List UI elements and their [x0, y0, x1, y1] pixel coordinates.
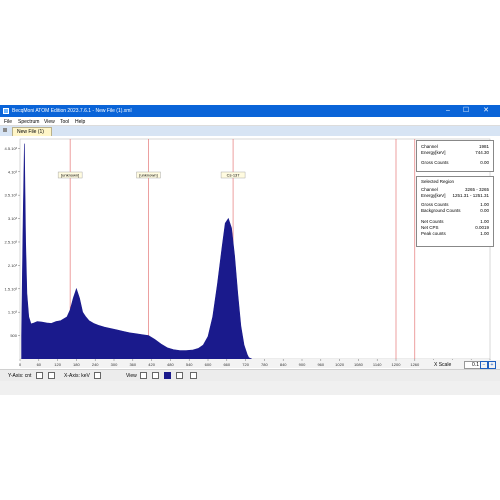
x-tick-label: 900	[299, 362, 306, 367]
region-peak-label: Peak counts	[421, 231, 446, 236]
x-tick-label: 1140	[373, 362, 382, 367]
region-gross-label: Gross Counts	[421, 202, 449, 207]
maximize-button[interactable]: ☐	[458, 105, 474, 117]
zoom-out-button[interactable]: −	[480, 361, 488, 369]
cursor-channel-label: Channel	[421, 144, 438, 149]
app-window: BecqMoni ATOM Edition 2023.7.6.1 - New F…	[0, 105, 500, 395]
window-title: BecqMoni ATOM Edition 2023.7.6.1 - New F…	[12, 108, 132, 114]
xaxis-label[interactable]: X-Axis: keV	[64, 373, 90, 379]
energy-line-icon[interactable]	[176, 372, 183, 379]
cursor-energy-value: 744.30	[475, 150, 489, 155]
region-energy-value: 1251.31 - 1251.31	[452, 193, 489, 198]
tab-label: New File (1)	[17, 129, 44, 135]
cursor-gross-value: 0.00	[480, 160, 489, 165]
x-tick-label: 720	[242, 362, 249, 367]
region-energy-label: Energy[keV]	[421, 193, 446, 198]
y-tick-label: 500	[10, 333, 17, 338]
region-peak-value: 1.00	[480, 231, 489, 236]
peak-icon[interactable]	[152, 372, 159, 379]
x-tick-label: 1020	[335, 362, 345, 367]
region-background-label: Background Counts	[421, 208, 461, 213]
minimize-button[interactable]: –	[440, 105, 456, 117]
menu-help[interactable]: Help	[75, 119, 85, 125]
x-tick-label: 960	[317, 362, 324, 367]
scale-control: X Scale 0.1 − +	[420, 360, 500, 369]
x-tick-label: 1080	[354, 362, 364, 367]
view-label: View	[126, 373, 137, 379]
pin-icon[interactable]	[3, 128, 7, 132]
zoom-in-button[interactable]: +	[488, 361, 496, 369]
y-tick-label: 4.10³	[8, 169, 18, 174]
y-tick-label: 2.5.10³	[5, 239, 18, 244]
marker-label: [unknown]	[139, 173, 157, 178]
fit-icon[interactable]	[48, 372, 55, 379]
cursor-energy-label: Energy[keV]	[421, 150, 446, 155]
y-tick-label: 2.10³	[8, 263, 18, 268]
axis-settings-icon[interactable]	[94, 372, 101, 379]
chart-line-icon[interactable]	[36, 372, 43, 379]
region-cps-label: Net CPS	[421, 225, 439, 230]
region-channel-value: 3265 - 3265	[464, 187, 489, 192]
x-tick-label: 600	[205, 362, 212, 367]
spectrum-pane[interactable]: [unknown] [unknown] Cs-137 500 1.10³ 1.5.10³ 2…	[0, 136, 500, 369]
spectrum-fill-icon[interactable]	[164, 372, 171, 379]
region-net-label: Net Counts	[421, 219, 444, 224]
y-tick-label: 1.10³	[8, 310, 18, 315]
menu-tool[interactable]: Tool	[60, 119, 69, 125]
smooth-icon[interactable]	[190, 372, 197, 379]
region-gross-value: 1.00	[480, 202, 489, 207]
y-tick-label: 1.5.10³	[5, 286, 18, 291]
x-tick-label: 840	[280, 362, 287, 367]
y-tick-label: 3.10³	[8, 216, 18, 221]
cursor-gross-label: Gross Counts	[421, 160, 449, 165]
x-tick-label: 240	[92, 362, 99, 367]
region-net-value: 1.00	[480, 219, 489, 224]
cursor-info-panel: Channel 1981 Energy[keV] 744.30 Gross Coun…	[416, 140, 494, 172]
tab-new-file[interactable]: New File (1)	[12, 127, 52, 136]
x-tick-label: 180	[73, 362, 80, 367]
x-tick-label: 780	[261, 362, 268, 367]
x-tick-label: 1200	[392, 362, 402, 367]
x-tick-label: 480	[167, 362, 174, 367]
tab-row: New File (1)	[0, 126, 500, 136]
y-tick-label: 3.5.10³	[5, 193, 18, 198]
title-bar: BecqMoni ATOM Edition 2023.7.6.1 - New F…	[0, 105, 500, 117]
cursor-channel-value: 1981	[478, 144, 489, 149]
menu-file[interactable]: File	[4, 119, 12, 125]
menu-view[interactable]: View	[44, 119, 55, 125]
menu-spectrum[interactable]: Spectrum	[18, 119, 39, 125]
status-bar	[0, 381, 500, 395]
app-icon	[3, 108, 9, 114]
region-channel-label: Channel	[421, 187, 438, 192]
grid-icon[interactable]	[140, 372, 147, 379]
region-cps-value: 0.0019	[475, 225, 489, 230]
marker-label: Cs-137	[227, 173, 241, 178]
region-header: Selected Region	[421, 179, 455, 184]
menu-bar: File Spectrum View Tool Help	[0, 117, 500, 126]
x-tick-label: 420	[148, 362, 155, 367]
x-tick-label: 540	[186, 362, 193, 367]
x-tick-label: 360	[129, 362, 136, 367]
scale-label: X Scale	[434, 362, 452, 368]
x-tick-label: 660	[223, 362, 230, 367]
marker-label: [unknown]	[61, 173, 79, 178]
x-tick-label: 1260	[410, 362, 420, 367]
region-background-value: 0.00	[480, 208, 489, 213]
yaxis-label[interactable]: Y-Axis: cnt	[8, 373, 31, 379]
x-tick-label: 300	[111, 362, 118, 367]
x-tick-label: 60	[37, 362, 42, 367]
scale-input[interactable]: 0.1	[464, 361, 481, 369]
y-tick-label: 4.5.10³	[5, 146, 18, 151]
selected-region-panel: Selected Region Channel 3265 - 3265 Energ…	[416, 176, 494, 247]
close-button[interactable]: ✕	[478, 105, 494, 117]
x-tick-label: 120	[54, 362, 61, 367]
